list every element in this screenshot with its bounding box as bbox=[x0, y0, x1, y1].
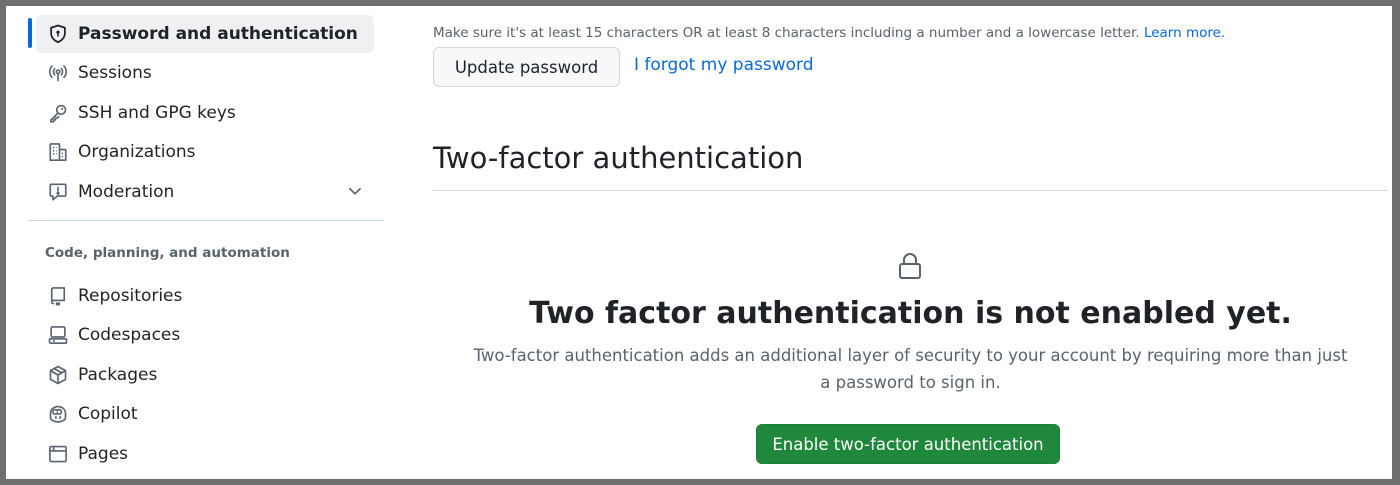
lock-icon bbox=[899, 253, 921, 279]
sidebar-item-label: Sessions bbox=[78, 63, 152, 83]
settings-main: Make sure it's at least 15 characters OR… bbox=[433, 6, 1388, 479]
sidebar-item-label: Password and authentication bbox=[78, 24, 358, 44]
sidebar-item-label: Organizations bbox=[78, 142, 196, 162]
password-hint: Make sure it's at least 15 characters OR… bbox=[433, 25, 1225, 41]
sidebar-item-label: Moderation bbox=[78, 182, 175, 202]
blank-state-description: Two-factor authentication adds an additi… bbox=[473, 346, 1348, 392]
sidebar-item-label: Codespaces bbox=[78, 325, 181, 345]
sidebar-section-title: Code, planning, and automation bbox=[45, 245, 290, 261]
sidebar-item-label: Packages bbox=[78, 365, 158, 385]
forgot-password-link[interactable]: I forgot my password bbox=[634, 55, 814, 75]
chevron-down-icon[interactable] bbox=[346, 182, 364, 200]
sidebar-item-label: SSH and GPG keys bbox=[78, 103, 236, 123]
update-password-button[interactable]: Update password bbox=[433, 47, 620, 87]
sidebar-divider bbox=[28, 220, 384, 221]
report-icon bbox=[47, 181, 69, 203]
broadcast-icon bbox=[47, 62, 69, 84]
blank-state-title: Two factor authentication is not enabled… bbox=[529, 296, 1292, 331]
settings-window: Password and authentication Sessions SSH… bbox=[6, 6, 1392, 479]
sidebar-item-moderation[interactable]: Moderation bbox=[36, 173, 374, 211]
sidebar-item-sessions[interactable]: Sessions bbox=[36, 54, 374, 92]
sidebar-item-packages[interactable]: Packages bbox=[36, 356, 374, 394]
enable-two-factor-button[interactable]: Enable two-factor authentication bbox=[756, 424, 1060, 464]
learn-more-link[interactable]: Learn more. bbox=[1144, 25, 1225, 41]
two-factor-heading: Two-factor authentication bbox=[433, 141, 804, 175]
active-indicator bbox=[28, 18, 32, 48]
sidebar-item-repositories[interactable]: Repositories bbox=[36, 277, 374, 315]
sidebar-item-copilot[interactable]: Copilot bbox=[36, 395, 374, 433]
organization-icon bbox=[47, 141, 69, 163]
sidebar-item-organizations[interactable]: Organizations bbox=[36, 133, 374, 171]
password-hint-text: Make sure it's at least 15 characters OR… bbox=[433, 25, 1140, 41]
codespaces-icon bbox=[47, 324, 69, 346]
section-divider bbox=[433, 190, 1388, 191]
shield-lock-icon bbox=[47, 23, 69, 45]
settings-sidebar: Password and authentication Sessions SSH… bbox=[6, 6, 391, 479]
sidebar-item-pages[interactable]: Pages bbox=[36, 435, 374, 473]
package-icon bbox=[47, 364, 69, 386]
browser-icon bbox=[47, 443, 69, 465]
sidebar-item-label: Pages bbox=[78, 444, 129, 464]
key-icon bbox=[47, 102, 69, 124]
sidebar-item-codespaces[interactable]: Codespaces bbox=[36, 316, 374, 354]
sidebar-item-password-and-authentication[interactable]: Password and authentication bbox=[36, 15, 374, 53]
sidebar-item-ssh-and-gpg-keys[interactable]: SSH and GPG keys bbox=[36, 94, 374, 132]
repo-icon bbox=[47, 285, 69, 307]
copilot-icon bbox=[47, 403, 69, 425]
sidebar-item-label: Copilot bbox=[78, 404, 138, 424]
sidebar-item-label: Repositories bbox=[78, 286, 183, 306]
